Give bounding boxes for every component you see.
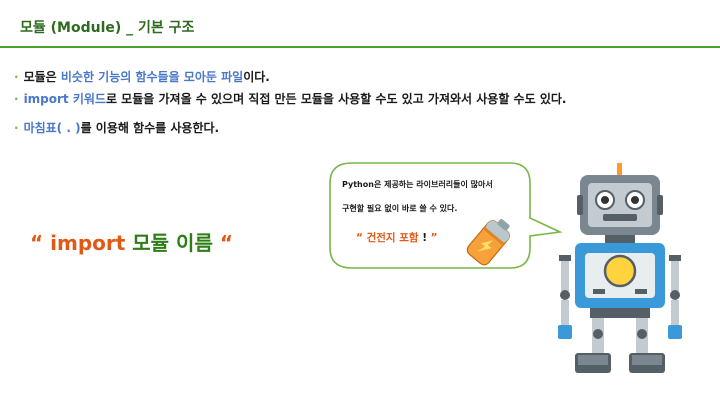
robot-antenna — [617, 163, 622, 175]
robot-chest-light — [603, 254, 637, 288]
robot-illustration — [558, 163, 682, 373]
